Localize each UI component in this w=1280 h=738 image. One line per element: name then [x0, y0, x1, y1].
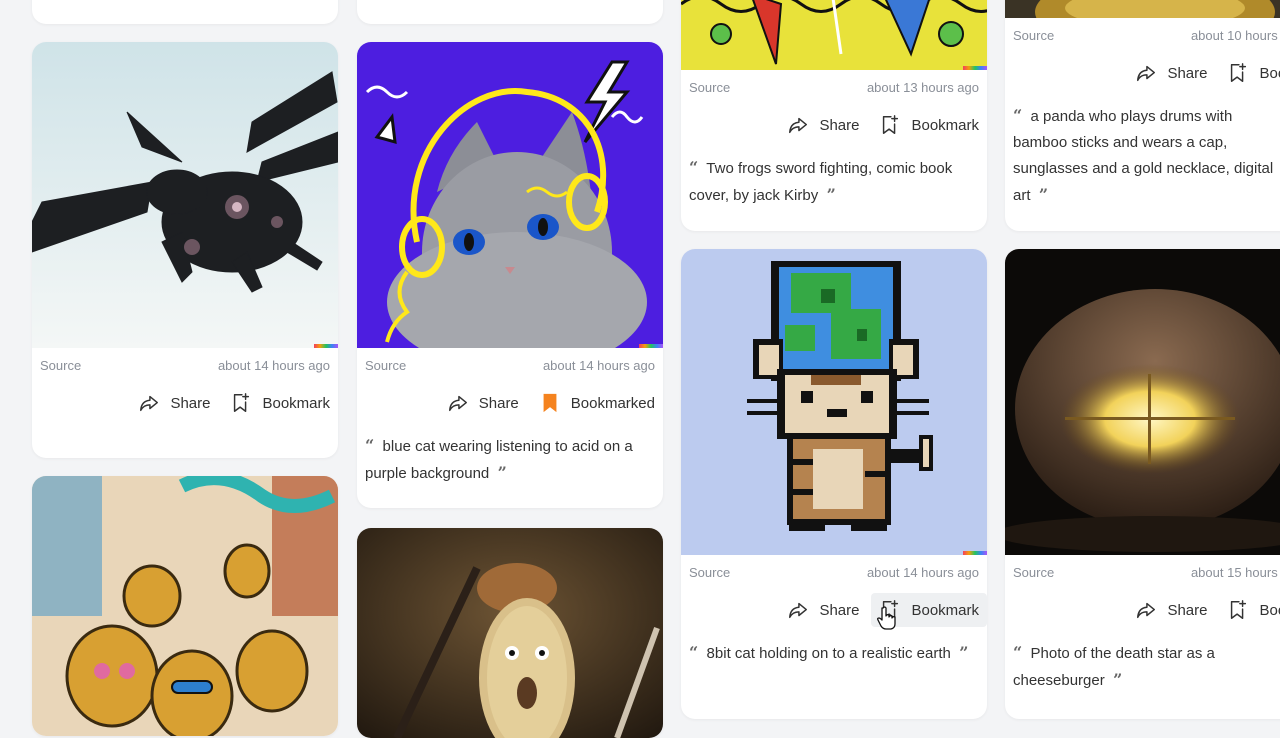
- bookmarked-button[interactable]: Bookmarked: [531, 386, 663, 420]
- generated-image[interactable]: [32, 42, 338, 348]
- bookmark-label: Bookmark: [1259, 601, 1280, 619]
- prompt-text: “ a panda who plays drums with bamboo st…: [1013, 103, 1280, 209]
- prompt-text: “ Two frogs sword fighting, comic book c…: [689, 155, 975, 209]
- close-quote-icon: ”: [826, 185, 836, 204]
- color-strip: [639, 344, 663, 348]
- open-quote-icon: “: [1013, 106, 1023, 125]
- image-card-helicopter[interactable]: Source about 14 hours ago Share Bookmark: [32, 42, 338, 458]
- prompt-label: a panda who plays drums with bamboo stic…: [1013, 108, 1274, 204]
- source-link[interactable]: Source: [1013, 28, 1054, 43]
- close-quote-icon: ”: [497, 463, 507, 482]
- share-button[interactable]: Share: [779, 593, 867, 627]
- source-link[interactable]: Source: [689, 80, 730, 95]
- source-link[interactable]: Source: [689, 565, 730, 580]
- color-strip: [314, 344, 338, 348]
- generated-image[interactable]: [1005, 0, 1280, 18]
- image-card-potatoes[interactable]: [32, 476, 338, 736]
- prompt-text: “ 8bit cat holding on to a realistic ear…: [689, 640, 975, 667]
- image-card-frogs[interactable]: Source about 13 hours ago Share Bookmark…: [681, 0, 987, 231]
- share-button[interactable]: Share: [130, 386, 218, 420]
- share-icon: [447, 392, 469, 414]
- bookmark-filled-icon: [539, 392, 561, 414]
- generated-image[interactable]: [681, 249, 987, 555]
- timestamp: about 14 hours ago: [542, 358, 655, 373]
- timestamp: about 13 hours ago: [866, 80, 979, 95]
- share-button[interactable]: Share: [439, 386, 527, 420]
- share-label: Share: [819, 116, 860, 134]
- timestamp: about 15 hours ago: [1190, 565, 1280, 580]
- open-quote-icon: “: [365, 436, 375, 455]
- timestamp: about 10 hours ago: [1190, 28, 1280, 43]
- bookmark-label: Bookmark: [1259, 64, 1280, 82]
- close-quote-icon: ”: [1038, 185, 1049, 204]
- share-label: Share: [1167, 601, 1208, 619]
- bookmark-button[interactable]: Bookmark: [1219, 56, 1280, 90]
- image-card-pixel-cat[interactable]: Source about 14 hours ago Share Bookmark…: [681, 249, 987, 719]
- prompt-label: Two frogs sword fighting, comic book cov…: [689, 160, 953, 204]
- share-icon: [787, 114, 809, 136]
- bookmark-add-icon: [1227, 599, 1249, 621]
- bookmark-button[interactable]: Bookmark: [1219, 593, 1280, 627]
- generated-image[interactable]: [1005, 249, 1280, 555]
- generated-image[interactable]: [357, 528, 663, 738]
- image-card-blue-cat[interactable]: Source about 14 hours ago Share Bookmark…: [357, 42, 663, 508]
- share-label: Share: [478, 394, 519, 412]
- timestamp: about 14 hours ago: [217, 358, 330, 373]
- close-quote-icon: ”: [1113, 670, 1123, 689]
- share-label: Share: [1167, 64, 1208, 82]
- color-strip: [963, 66, 987, 70]
- share-label: Share: [819, 601, 860, 619]
- generated-image[interactable]: [681, 0, 987, 70]
- source-link[interactable]: Source: [40, 358, 81, 373]
- share-button[interactable]: Share: [1127, 593, 1215, 627]
- card-partial-top-1: [32, 0, 338, 24]
- open-quote-icon: “: [689, 643, 699, 662]
- bookmark-label: Bookmark: [911, 601, 979, 619]
- prompt-text: “ blue cat wearing listening to acid on …: [365, 433, 651, 487]
- timestamp: about 14 hours ago: [866, 565, 979, 580]
- open-quote-icon: “: [1013, 643, 1023, 662]
- share-label: Share: [170, 394, 211, 412]
- color-strip: [963, 551, 987, 555]
- prompt-label: 8bit cat holding on to a realistic earth: [706, 645, 951, 662]
- image-card-corn[interactable]: [357, 528, 663, 738]
- share-button[interactable]: Share: [1127, 56, 1215, 90]
- prompt-text: “ Photo of the death star as a cheesebur…: [1013, 640, 1280, 694]
- hand-cursor-icon: [877, 606, 896, 630]
- share-icon: [787, 599, 809, 621]
- bookmark-label: Bookmark: [911, 116, 979, 134]
- share-icon: [1135, 599, 1157, 621]
- share-icon: [1135, 62, 1157, 84]
- bookmark-button[interactable]: Bookmark: [871, 108, 987, 142]
- share-icon: [138, 392, 160, 414]
- bookmarked-label: Bookmarked: [570, 394, 655, 412]
- source-link[interactable]: Source: [1013, 565, 1054, 580]
- share-button[interactable]: Share: [779, 108, 867, 142]
- bookmark-add-icon: [230, 392, 252, 414]
- bookmark-add-icon: [1227, 62, 1249, 84]
- bookmark-button[interactable]: Bookmark: [222, 386, 338, 420]
- image-card-panda[interactable]: Source about 10 hours ago Share Bookmark…: [1005, 0, 1280, 231]
- bookmark-label: Bookmark: [262, 394, 330, 412]
- generated-image[interactable]: [32, 476, 338, 736]
- bookmark-add-icon: [879, 114, 901, 136]
- open-quote-icon: “: [689, 158, 699, 177]
- source-link[interactable]: Source: [365, 358, 406, 373]
- image-card-death-star[interactable]: Source about 15 hours ago Share Bookmark…: [1005, 249, 1280, 719]
- close-quote-icon: ”: [959, 643, 969, 662]
- generated-image[interactable]: [357, 42, 663, 348]
- card-partial-top-2: [357, 0, 663, 24]
